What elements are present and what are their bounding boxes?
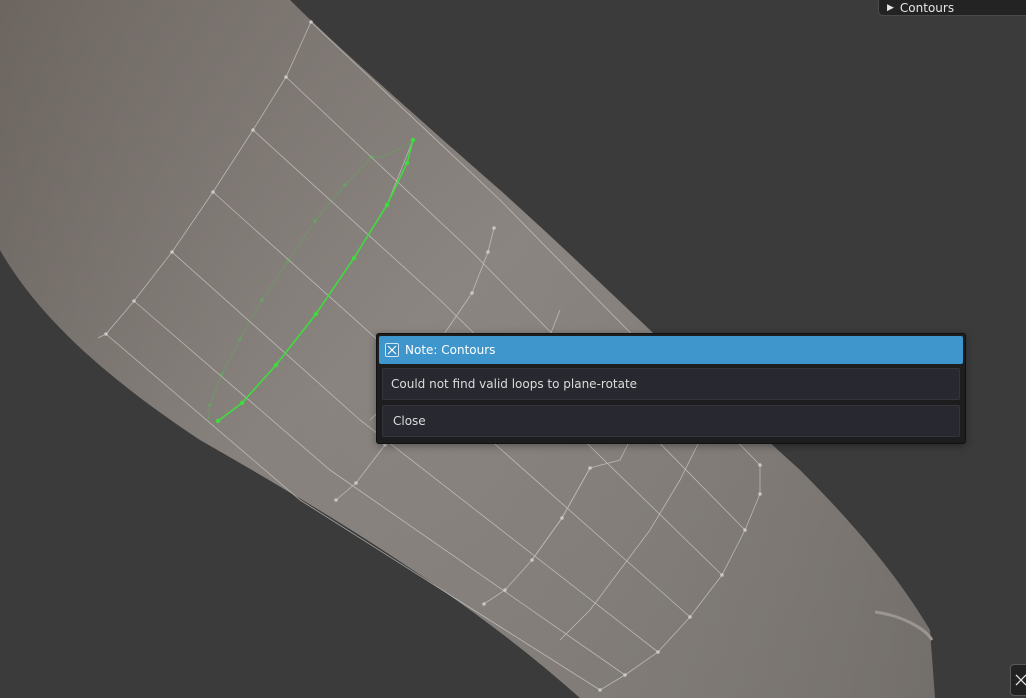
note-dialog: Note: Contours Could not find valid loop… <box>376 333 966 444</box>
close-button[interactable]: Close <box>382 405 960 437</box>
contours-panel-header[interactable]: ▶ Contours <box>878 0 1026 16</box>
close-icon[interactable] <box>385 343 399 357</box>
dialog-title: Note: Contours <box>405 343 496 357</box>
triangle-right-icon: ▶ <box>887 3 894 13</box>
dialog-header: Note: Contours <box>379 336 963 364</box>
contours-panel-label: Contours <box>899 1 955 15</box>
corner-close-button[interactable] <box>1010 664 1026 696</box>
close-icon <box>1015 671 1026 690</box>
dialog-message: Could not find valid loops to plane-rota… <box>382 368 960 400</box>
3d-viewport[interactable]: ▶ Contours Note: Contours Could not find… <box>0 0 1026 698</box>
close-button-label: Close <box>393 414 426 428</box>
